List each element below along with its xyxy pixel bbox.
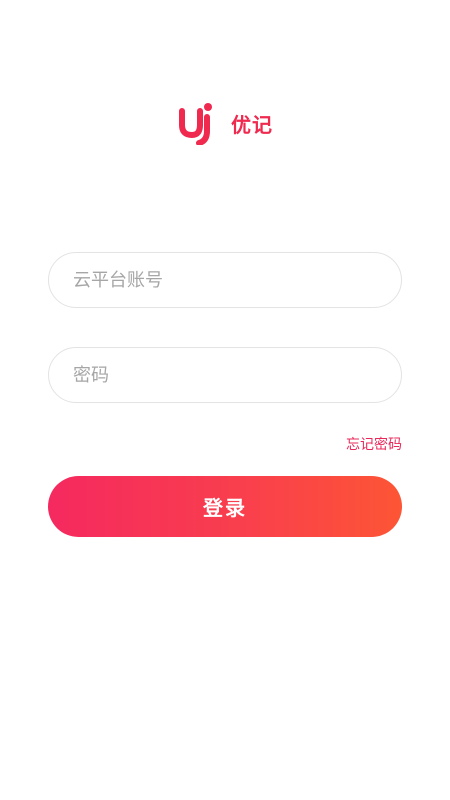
youji-logo-icon: [177, 100, 217, 146]
login-button[interactable]: 登录: [48, 476, 402, 537]
forgot-password-link[interactable]: 忘记密码: [346, 434, 402, 454]
account-input[interactable]: [73, 253, 377, 307]
password-field-container: [48, 347, 402, 403]
login-screen: 优记 忘记密码 登录: [0, 0, 450, 800]
password-input[interactable]: [73, 348, 377, 402]
account-field-container: [48, 252, 402, 308]
brand-header: 优记: [0, 100, 450, 146]
app-name: 优记: [231, 112, 273, 137]
